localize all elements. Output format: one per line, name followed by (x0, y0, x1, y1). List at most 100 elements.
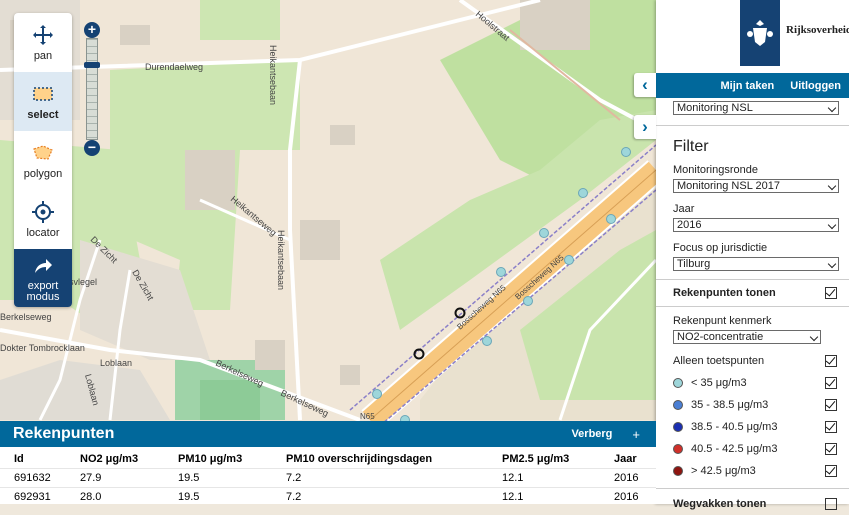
rekenpunten-title: Rekenpunten (13, 425, 115, 442)
legend-dot-icon (673, 422, 683, 432)
table-row[interactable]: 692931 28.0 19.5 7.2 12.1 2016 (0, 487, 656, 506)
export-label: export modus (26, 279, 60, 303)
kenmerk-select[interactable]: NO2-concentratie (673, 330, 821, 344)
wegvakken-tonen-checkbox[interactable] (825, 498, 837, 510)
my-tasks-link[interactable]: Mijn taken (720, 80, 774, 92)
legend-item-4: 40.5 - 42.5 μg/m3 (673, 443, 777, 455)
select-tool-button[interactable]: select (14, 72, 72, 131)
legend-checkbox-3[interactable] (825, 421, 837, 433)
table-cell: 19.5 (178, 491, 200, 503)
select-rectangle-icon (33, 87, 53, 101)
legend-dot-icon (673, 466, 683, 476)
pan-tool-button[interactable]: pan (14, 13, 72, 72)
legend-label: > 42.5 μg/m3 (691, 465, 756, 477)
chevron-right-icon: › (642, 117, 648, 136)
pan-label: pan (33, 50, 53, 62)
side-panel: Rijksoverheid Mijn taken Uitloggen Monit… (656, 0, 849, 510)
zoom-slider[interactable] (86, 38, 98, 140)
legend-dot-icon (673, 444, 683, 454)
legend-checkbox-4[interactable] (825, 443, 837, 455)
table-cell: 12.1 (502, 491, 524, 503)
table-cell: 7.2 (286, 491, 302, 503)
legend-dot-icon (673, 378, 683, 388)
expand-panel-button[interactable]: › (634, 115, 656, 139)
rekenpunten-bar: Rekenpunten Verberg + (0, 421, 656, 447)
legend-item-2: 35 - 38.5 μg/m3 (673, 399, 768, 411)
monitoringsronde-label: Monitoringsronde (673, 164, 758, 176)
column-header[interactable]: Jaar (614, 453, 656, 465)
zoom-in-button[interactable]: + (84, 22, 100, 38)
table-cell: 2016 (614, 472, 639, 484)
table-header: Id NO2 μg/m3 PM10 μg/m3 PM10 overschrijd… (0, 450, 656, 468)
table-cell: 692931 (14, 491, 51, 503)
alleen-toetspunten-checkbox[interactable] (825, 355, 837, 367)
crosshair-icon (32, 201, 54, 223)
legend-item-1: < 35 μg/m3 (673, 377, 747, 389)
table-cell: 28.0 (80, 491, 102, 503)
export-mode-button[interactable]: export modus (14, 249, 72, 307)
zoom-slider-thumb[interactable] (84, 62, 100, 68)
street-label: Durendaelweg (145, 62, 203, 72)
street-label: Loblaan (100, 358, 132, 368)
zoom-out-button[interactable]: − (84, 140, 100, 156)
share-arrow-icon (35, 258, 52, 273)
legend-item-5: > 42.5 μg/m3 (673, 465, 756, 477)
table-cell: 7.2 (286, 472, 302, 484)
rekenpunten-table: Id NO2 μg/m3 PM10 μg/m3 PM10 overschrijd… (0, 447, 656, 504)
layer-select[interactable]: Monitoring NSL (673, 101, 839, 115)
rijksoverheid-logo (740, 0, 780, 66)
street-label: Heikantsebaan (276, 230, 286, 290)
field-area (200, 0, 280, 40)
column-header[interactable]: PM10 μg/m3 (178, 453, 286, 465)
select-label: select (27, 109, 59, 121)
plus-button[interactable]: + (632, 427, 640, 442)
polygon-label: polygon (23, 168, 63, 180)
filter-panel: Monitoring NSL Filter Monitoringsronde M… (656, 98, 849, 515)
chevron-left-icon: ‹ (642, 75, 648, 94)
jaar-label: Jaar (673, 203, 695, 215)
kenmerk-label: Rekenpunt kenmerk (673, 315, 772, 327)
monitoringsronde-select[interactable]: Monitoring NSL 2017 (673, 179, 839, 193)
table-cell: 12.1 (502, 472, 524, 484)
hide-table-button[interactable]: Verberg (571, 428, 612, 440)
polygon-tool-button[interactable]: polygon (14, 131, 72, 190)
collapse-panel-button[interactable]: ‹ (634, 73, 656, 97)
wegvakken-tonen-label: Wegvakken tonen (673, 498, 767, 510)
legend-label: < 35 μg/m3 (691, 377, 747, 389)
legend-dot-icon (673, 400, 683, 410)
legend-checkbox-1[interactable] (825, 377, 837, 389)
locator-label: locator (26, 227, 60, 239)
logout-link[interactable]: Uitloggen (790, 80, 841, 92)
legend-checkbox-2[interactable] (825, 399, 837, 411)
map-toolbar: pan select polygon locator export modus (14, 13, 72, 307)
locator-tool-button[interactable]: locator (14, 190, 72, 249)
header-logo-area: Rijksoverheid (656, 0, 849, 73)
table-cell: 19.5 (178, 472, 200, 484)
road-label: N65 (360, 412, 375, 421)
focus-select[interactable]: Tilburg (673, 257, 839, 271)
polygon-icon (33, 145, 53, 160)
rekenpunten-tonen-checkbox[interactable] (825, 287, 837, 299)
legend-item-3: 38.5 - 40.5 μg/m3 (673, 421, 777, 433)
column-header[interactable]: PM2.5 μg/m3 (502, 453, 614, 465)
table-cell: 691632 (14, 472, 51, 484)
column-header[interactable]: PM10 overschrijdingsdagen (286, 453, 502, 465)
rekenpunten-tonen-label: Rekenpunten tonen (673, 287, 776, 299)
brand-name: Rijksoverheid (786, 24, 849, 36)
column-header[interactable]: NO2 μg/m3 (80, 453, 178, 465)
legend-label: 35 - 38.5 μg/m3 (691, 399, 769, 411)
legend-label: 38.5 - 40.5 μg/m3 (691, 421, 778, 433)
column-header[interactable]: Id (0, 453, 80, 465)
street-label: Heikantsebaan (268, 45, 278, 105)
street-label: Berkelseweg (0, 312, 52, 322)
zoom-control: + − (84, 22, 100, 156)
sports-field (200, 380, 260, 420)
move-arrows-icon (33, 25, 53, 45)
legend-label: 40.5 - 42.5 μg/m3 (691, 443, 778, 455)
alleen-toetspunten-label: Alleen toetspunten (673, 355, 765, 367)
jaar-select[interactable]: 2016 (673, 218, 839, 232)
legend-checkbox-5[interactable] (825, 465, 837, 477)
focus-label: Focus op jurisdictie (673, 242, 768, 254)
table-row[interactable]: 691632 27.9 19.5 7.2 12.1 2016 (0, 468, 656, 487)
top-navigation: Mijn taken Uitloggen (656, 73, 849, 98)
